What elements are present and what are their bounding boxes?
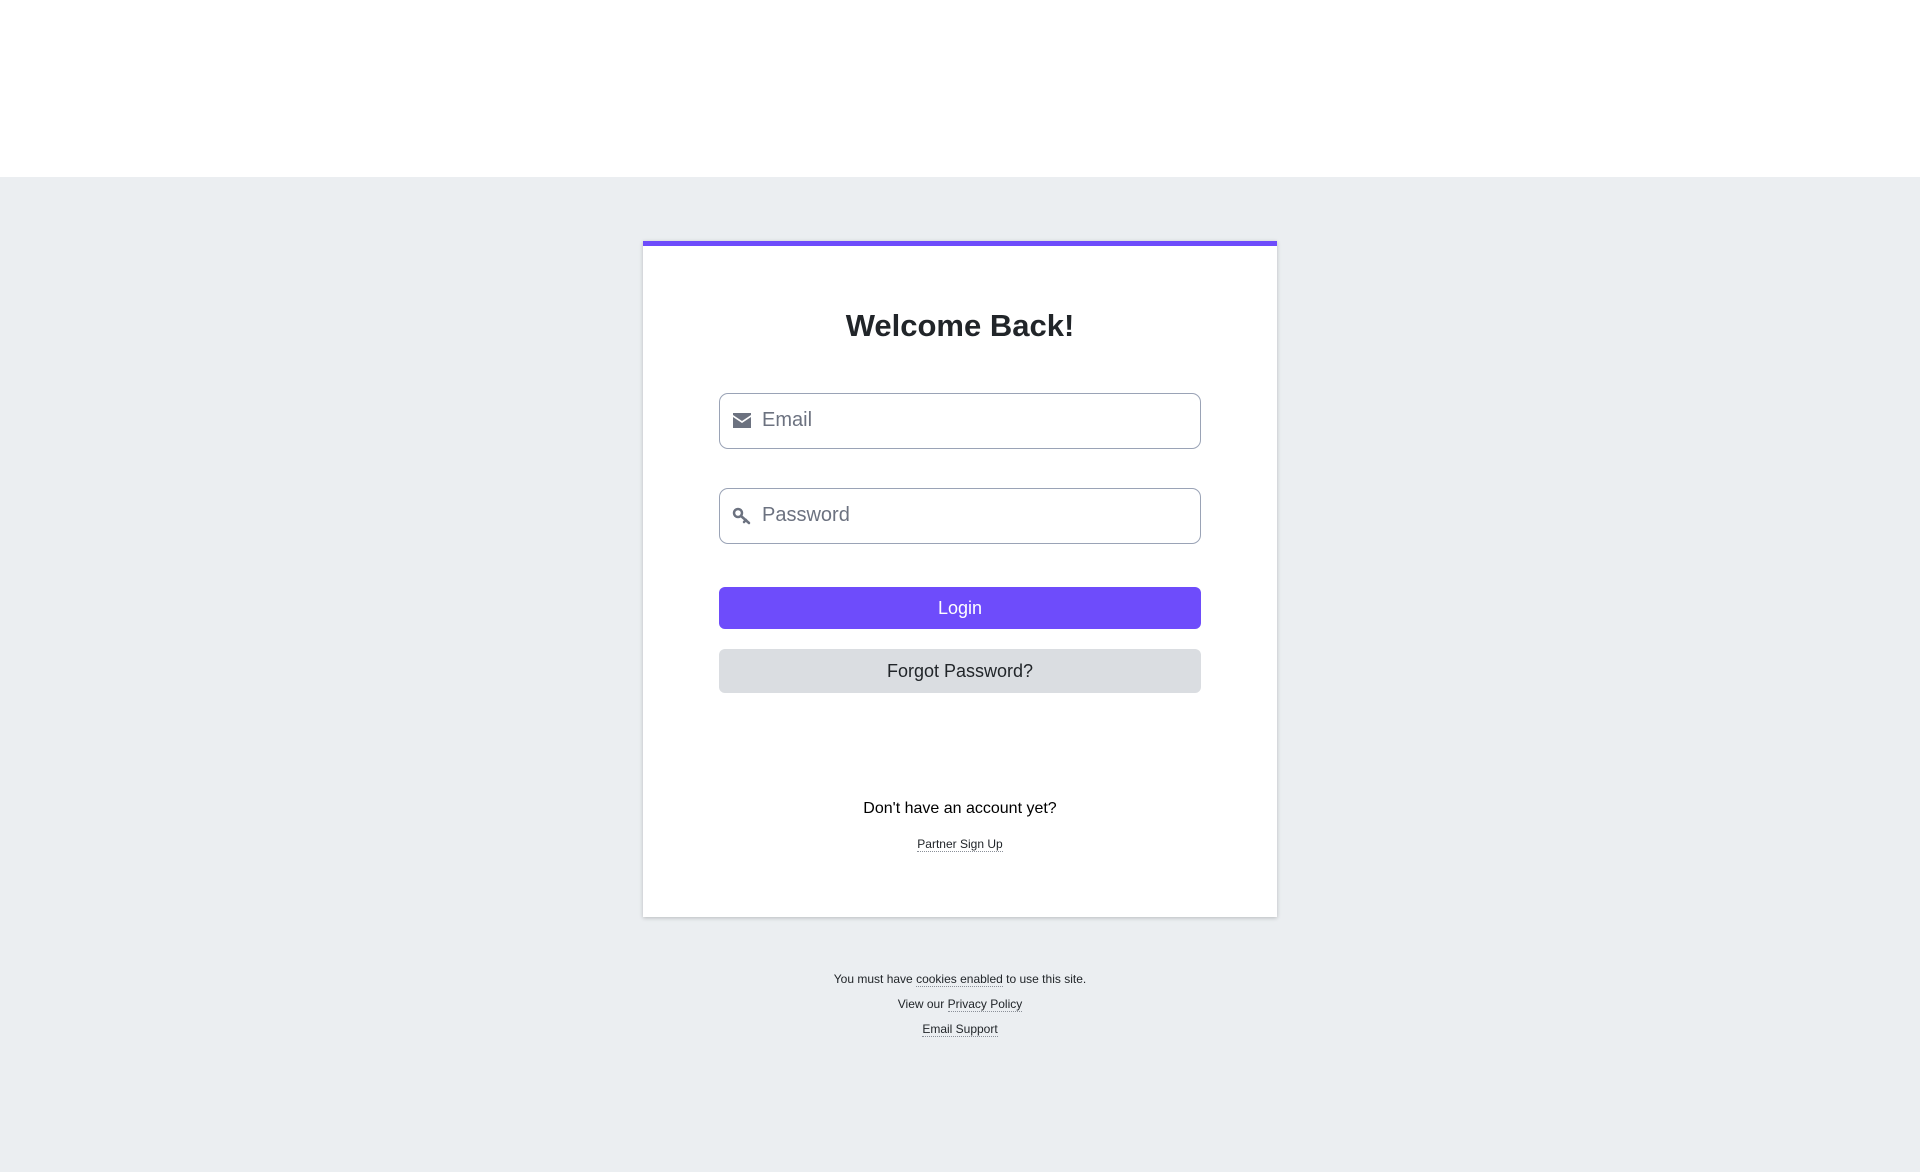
email-support-link[interactable]: Email Support: [922, 1022, 998, 1037]
support-row: Email Support: [0, 1021, 1920, 1046]
privacy-policy-link[interactable]: Privacy Policy: [947, 997, 1023, 1012]
cookies-prefix: You must have: [833, 972, 913, 986]
page-title: Welcome Back!: [845, 308, 1075, 343]
envelope-icon: [732, 412, 752, 430]
forgot-password-button[interactable]: Forgot Password?: [719, 649, 1201, 693]
password-input[interactable]: [762, 489, 1192, 542]
privacy-prefix: View our: [897, 997, 945, 1011]
cookies-notice: You must have cookies enabled to use thi…: [0, 971, 1920, 996]
privacy-notice: View our Privacy Policy: [0, 996, 1920, 1021]
footer: You must have cookies enabled to use thi…: [0, 971, 1920, 1046]
signup-link-row: Partner Sign Up: [643, 837, 1277, 852]
cookies-suffix: to use this site.: [1006, 972, 1087, 986]
email-field-wrapper: [719, 393, 1201, 449]
top-header-bar: [0, 0, 1920, 177]
key-icon: [732, 507, 752, 525]
cookies-link[interactable]: cookies enabled: [916, 972, 1003, 987]
login-button[interactable]: Login: [719, 587, 1201, 629]
no-account-text: Don't have an account yet?: [863, 800, 1057, 817]
partner-signup-link[interactable]: Partner Sign Up: [917, 837, 1003, 852]
login-card: Welcome Back! Login Forgot Password? Don…: [643, 241, 1277, 917]
email-input[interactable]: [762, 394, 1192, 447]
password-field-wrapper: [719, 488, 1201, 544]
